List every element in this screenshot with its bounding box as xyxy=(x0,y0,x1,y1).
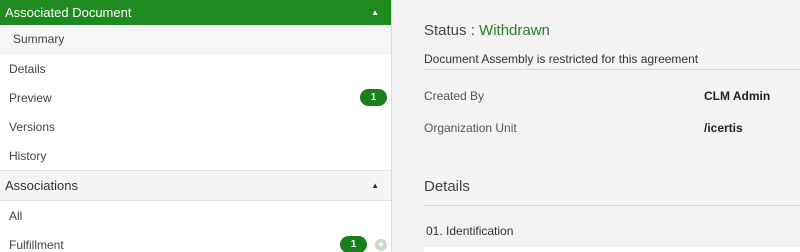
restriction-message: Document Assembly is restricted for this… xyxy=(424,52,699,66)
add-circle-icon[interactable]: + xyxy=(375,238,387,251)
associations-header[interactable]: Associations ▲ xyxy=(0,170,391,201)
divider xyxy=(424,205,800,206)
field-organization-unit: Organization Unit /icertis xyxy=(424,121,800,137)
fulfillment-actions: 1 + xyxy=(340,236,387,252)
sidebar-item-label: Fulfillment xyxy=(9,237,64,252)
preview-count-badge: 1 xyxy=(360,89,387,106)
identification-panel-body xyxy=(424,247,800,252)
sidebar-item-label: Summary xyxy=(13,32,65,46)
sidebar-item-history[interactable]: History xyxy=(0,141,391,170)
associations-header-label: Associations xyxy=(5,178,78,193)
associated-document-header[interactable]: Associated Document ▲ xyxy=(0,0,391,25)
details-section-title: Details xyxy=(424,178,470,195)
caret-up-icon[interactable]: ▲ xyxy=(371,8,379,17)
identification-panel[interactable]: 01. Identification xyxy=(424,216,800,252)
associated-document-header-label: Associated Document xyxy=(5,5,132,20)
status-label: Status : xyxy=(424,22,475,39)
field-label: Organization Unit xyxy=(424,121,517,135)
field-value: /icertis xyxy=(704,121,743,135)
sidebar-item-fulfillment[interactable]: Fulfillment 1 + xyxy=(0,230,391,252)
sidebar-item-label: Details xyxy=(9,61,46,76)
sidebar: Associated Document ▲ Summary Details Pr… xyxy=(0,0,392,252)
status-value: Withdrawn xyxy=(479,22,550,39)
field-created-by: Created By CLM Admin xyxy=(424,89,800,105)
fulfillment-count-badge: 1 xyxy=(340,236,367,252)
divider xyxy=(424,69,800,70)
sidebar-item-label: History xyxy=(9,148,47,163)
status-line: Status : Withdrawn xyxy=(424,22,550,39)
identification-panel-title: 01. Identification xyxy=(426,224,514,238)
sidebar-item-summary[interactable]: Summary xyxy=(0,25,391,54)
field-label: Created By xyxy=(424,89,485,103)
field-value: CLM Admin xyxy=(704,89,771,103)
sidebar-item-details[interactable]: Details xyxy=(0,54,391,83)
main-content: Status : Withdrawn Document Assembly is … xyxy=(408,0,800,252)
sidebar-item-label: Versions xyxy=(9,119,56,134)
sidebar-item-preview[interactable]: Preview 1 xyxy=(0,83,391,112)
sidebar-item-label: All xyxy=(9,208,23,223)
caret-up-icon[interactable]: ▲ xyxy=(371,181,379,190)
sidebar-item-versions[interactable]: Versions xyxy=(0,112,391,141)
sidebar-item-all[interactable]: All xyxy=(0,201,391,230)
sidebar-item-label: Preview xyxy=(9,90,52,105)
